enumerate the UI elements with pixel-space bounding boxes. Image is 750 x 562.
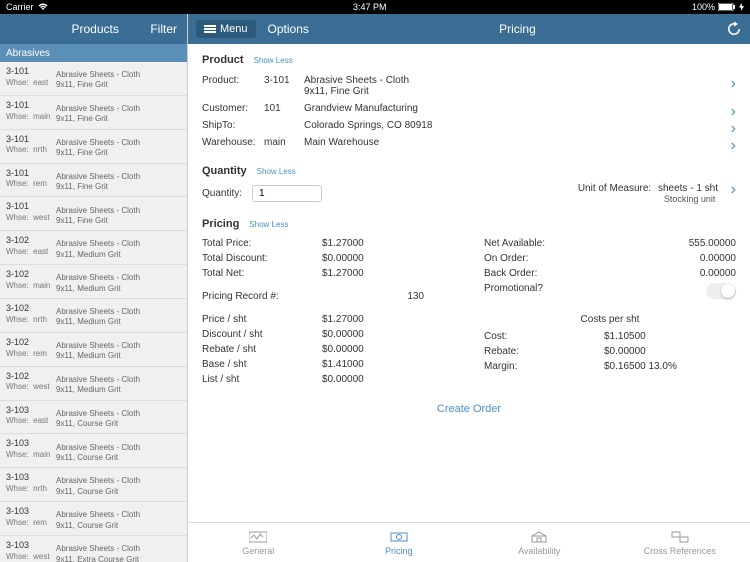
shipto-row[interactable]: ShipTo: Colorado Springs, CO 80918 › [202, 117, 736, 134]
pricing-record-row: Pricing Record #:130 [202, 289, 454, 304]
list-item[interactable]: 3-102Whse: nrthAbrasive Sheets - Cloth9x… [0, 299, 187, 333]
category-bar: Abrasives [0, 44, 187, 62]
tab-pricing[interactable]: Pricing [329, 523, 470, 562]
price-row: Total Discount:$0.00000 [202, 251, 454, 266]
product-show-less[interactable]: Show Less [254, 56, 293, 65]
charging-icon [739, 3, 744, 11]
tab-general[interactable]: General [188, 523, 329, 562]
list-item[interactable]: 3-101Whse: remAbrasive Sheets - Cloth9x1… [0, 164, 187, 198]
price-row: Total Net:$1.27000 [202, 266, 454, 281]
list-item[interactable]: 3-102Whse: eastAbrasive Sheets - Cloth9x… [0, 231, 187, 265]
detail-header: Menu Options Pricing [188, 14, 750, 44]
list-item[interactable]: 3-103Whse: westAbrasive Sheets - Cloth9x… [0, 536, 187, 562]
carrier-text: Carrier [6, 2, 34, 12]
chevron-right-icon: › [731, 181, 736, 199]
price-row: Net Available:555.00000 [484, 236, 736, 251]
list-item[interactable]: 3-101Whse: mainAbrasive Sheets - Cloth9x… [0, 96, 187, 130]
tab-availability[interactable]: Availability [469, 523, 610, 562]
tab-cross-references[interactable]: Cross References [610, 523, 750, 562]
price-row: Price / sht$1.27000 [202, 312, 454, 327]
list-item[interactable]: 3-102Whse: mainAbrasive Sheets - Cloth9x… [0, 265, 187, 299]
status-time: 3:47 PM [48, 2, 692, 12]
price-row: Back Order:0.00000 [484, 266, 736, 281]
list-item[interactable]: 3-102Whse: westAbrasive Sheets - Cloth9x… [0, 367, 187, 401]
quantity-label: Quantity: [202, 188, 242, 199]
cross-ref-icon [671, 530, 689, 544]
price-row: On Order:0.00000 [484, 251, 736, 266]
detail-panel: Menu Options Pricing Product Show Less P… [188, 14, 750, 562]
pricing-section-header: Pricing Show Less [202, 218, 736, 230]
filter-button[interactable]: Filter [150, 22, 177, 36]
list-item[interactable]: 3-101Whse: westAbrasive Sheets - Cloth9x… [0, 197, 187, 231]
chevron-right-icon: › [731, 75, 736, 93]
tab-bar: General Pricing Availability Cross Refer… [188, 522, 750, 562]
promotional-toggle[interactable] [706, 283, 736, 299]
list-item[interactable]: 3-101Whse: eastAbrasive Sheets - Cloth9x… [0, 62, 187, 96]
battery-text: 100% [692, 2, 715, 12]
list-item[interactable]: 3-103Whse: eastAbrasive Sheets - Cloth9x… [0, 401, 187, 435]
price-row: Base / sht$1.41000 [202, 357, 454, 372]
list-item[interactable]: 3-103Whse: remAbrasive Sheets - Cloth9x1… [0, 502, 187, 536]
wifi-icon [38, 3, 48, 11]
refresh-icon[interactable] [726, 21, 742, 37]
chevron-right-icon: › [731, 137, 736, 155]
price-row: Rebate / sht$0.00000 [202, 342, 454, 357]
customer-row[interactable]: Customer: 101 Grandview Manufacturing › [202, 100, 736, 117]
price-row: Discount / sht$0.00000 [202, 327, 454, 342]
sidebar-title: Products [71, 22, 118, 36]
list-item[interactable]: 3-103Whse: nrthAbrasive Sheets - Cloth9x… [0, 468, 187, 502]
detail-title: Pricing [309, 22, 726, 36]
battery-icon [718, 3, 736, 11]
list-item[interactable]: 3-103Whse: mainAbrasive Sheets - Cloth9x… [0, 434, 187, 468]
warehouse-row[interactable]: Warehouse: main Main Warehouse › [202, 134, 736, 151]
costs-header: Costs per sht [484, 314, 736, 325]
list-item[interactable]: 3-102Whse: remAbrasive Sheets - Cloth9x1… [0, 333, 187, 367]
list-item[interactable]: 3-101Whse: nrthAbrasive Sheets - Cloth9x… [0, 130, 187, 164]
product-row[interactable]: Product: 3-101 Abrasive Sheets - Cloth 9… [202, 72, 736, 100]
quantity-show-less[interactable]: Show Less [257, 167, 296, 176]
sidebar: Products Filter Abrasives 3-101Whse: eas… [0, 14, 188, 562]
create-order-button[interactable]: Create Order [202, 403, 736, 415]
general-icon [249, 530, 267, 544]
uom-row[interactable]: Unit of Measure: sheets - 1 sht Stocking… [578, 183, 736, 204]
hamburger-icon [204, 24, 216, 35]
cost-row: Margin:$0.16500 13.0% [484, 359, 736, 374]
product-list[interactable]: 3-101Whse: eastAbrasive Sheets - Cloth9x… [0, 62, 187, 562]
options-button[interactable]: Options [268, 22, 309, 36]
status-bar: Carrier 3:47 PM 100% [0, 0, 750, 14]
price-row: List / sht$0.00000 [202, 372, 454, 387]
cost-row: Rebate:$0.00000 [484, 344, 736, 359]
product-section-header: Product Show Less [202, 54, 736, 66]
cost-row: Cost:$1.10500 [484, 329, 736, 344]
quantity-input[interactable] [252, 185, 322, 202]
price-row: Total Price:$1.27000 [202, 236, 454, 251]
promotional-row: Promotional? [484, 281, 736, 304]
sidebar-header: Products Filter [0, 14, 187, 44]
quantity-section-header: Quantity Show Less [202, 165, 736, 177]
menu-button[interactable]: Menu [196, 20, 256, 38]
availability-icon [530, 530, 548, 544]
pricing-icon [390, 530, 408, 544]
pricing-show-less[interactable]: Show Less [249, 220, 288, 229]
